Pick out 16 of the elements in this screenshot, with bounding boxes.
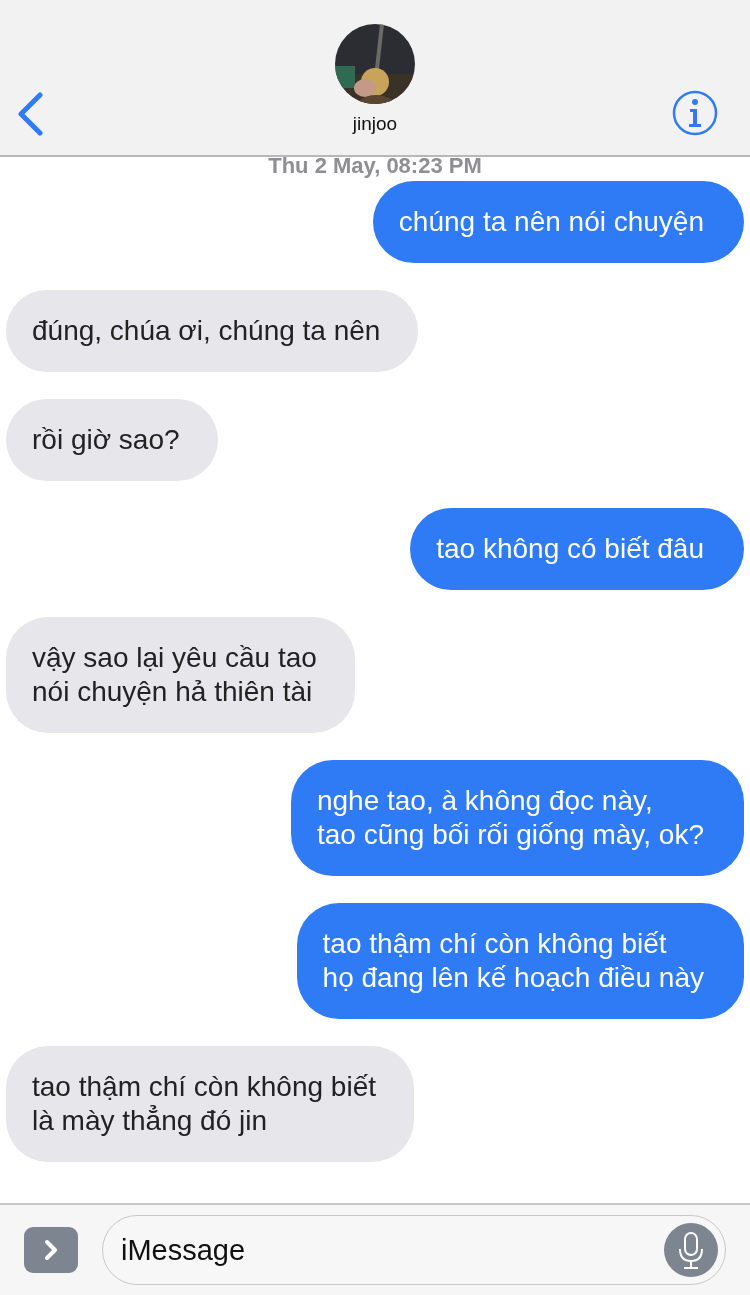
contact-name: jinjoo bbox=[352, 112, 398, 136]
sent-message-bubble: tao không có biết đâu bbox=[410, 508, 744, 590]
microphone-icon[interactable] bbox=[663, 1222, 719, 1278]
sent-message-bubble: chúng ta nên nói chuyện bbox=[372, 181, 744, 263]
received-message-bubble: vậy sao lại yêu cầu tao nói chuyện hả thiên tài bbox=[6, 617, 355, 733]
timestamp: Thu 2 May, 08:23 PM bbox=[267, 155, 483, 177]
received-message-bubble: tao thậm chí còn không biết là mày thẳng đó jin bbox=[6, 1046, 414, 1162]
message-input-field[interactable]: iMessage bbox=[102, 1215, 726, 1285]
sent-message-bubble: nghe tao, à không đọc này, tao cũng bối rối giống mày, ok? bbox=[290, 760, 744, 876]
chevron-right-icon bbox=[43, 1238, 59, 1262]
back-chevron-icon[interactable] bbox=[16, 92, 44, 136]
sent-message-bubble: tao thậm chí còn không biết họ đang lên kế hoạch điều này bbox=[296, 903, 744, 1019]
apps-button[interactable] bbox=[24, 1227, 78, 1273]
received-message-bubble: đúng, chúa ơi, chúng ta nên bbox=[6, 290, 419, 372]
received-message-bubble: rồi giờ sao? bbox=[6, 399, 218, 481]
info-icon[interactable] bbox=[672, 90, 718, 136]
